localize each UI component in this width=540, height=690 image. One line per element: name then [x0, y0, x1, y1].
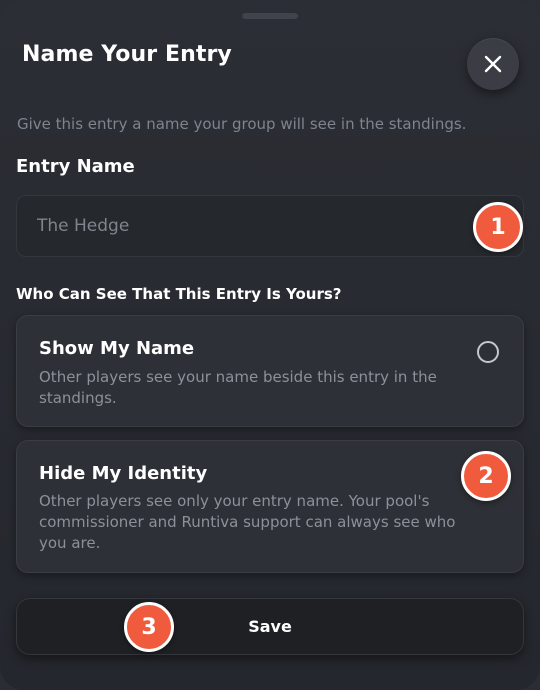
name-entry-sheet: Name Your Entry Give this entry a name y…: [0, 0, 540, 690]
close-icon: [484, 55, 502, 73]
annotation-badge-2: 2: [461, 451, 511, 501]
save-button[interactable]: Save: [16, 598, 524, 655]
entry-name-label: Entry Name: [16, 156, 135, 177]
annotation-badge-3: 3: [124, 602, 174, 652]
close-button[interactable]: [467, 38, 519, 90]
modal-title: Name Your Entry: [22, 42, 232, 67]
radio-button[interactable]: [477, 341, 499, 363]
option-hide-my-identity[interactable]: Hide My Identity Other players see only …: [16, 440, 524, 573]
entry-name-input[interactable]: [16, 195, 524, 257]
option-description: Other players see your name beside this …: [39, 368, 437, 407]
drag-handle[interactable]: [242, 13, 298, 19]
annotation-badge-1: 1: [473, 202, 523, 252]
option-show-my-name[interactable]: Show My Name Other players see your name…: [16, 315, 524, 427]
option-title: Hide My Identity: [39, 463, 208, 484]
option-description: Other players see only your entry name. …: [39, 492, 456, 552]
modal-subtitle: Give this entry a name your group will s…: [17, 115, 467, 133]
visibility-question: Who Can See That This Entry Is Yours?: [16, 285, 342, 303]
option-title: Show My Name: [39, 338, 195, 359]
